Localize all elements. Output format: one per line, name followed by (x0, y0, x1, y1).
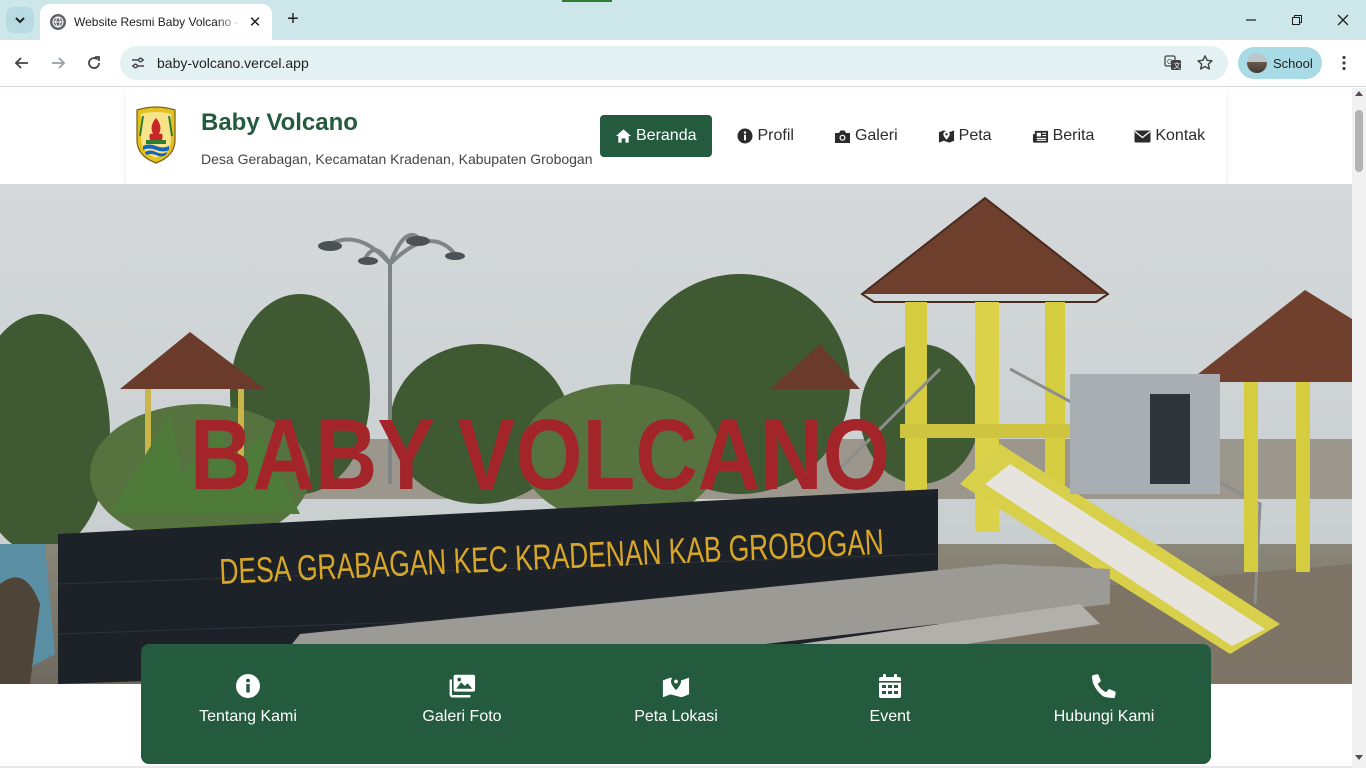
reload-button[interactable] (80, 50, 108, 76)
quick-link-event[interactable]: Event (783, 644, 997, 764)
nav-item-label: Profil (757, 127, 794, 144)
quick-link-hubungi-kami[interactable]: Hubungi Kami (997, 644, 1211, 764)
map-marked-icon (662, 672, 690, 700)
quick-link-peta-lokasi[interactable]: Peta Lokasi (569, 644, 783, 764)
map-icon (938, 128, 955, 145)
arrow-right-icon (52, 57, 66, 69)
scroll-down-arrow-icon[interactable] (1355, 755, 1363, 760)
profile-button[interactable]: School (1238, 47, 1322, 79)
newspaper-icon (1032, 128, 1049, 145)
forward-button[interactable] (44, 50, 72, 76)
main-nav: Beranda Profil Galeri Peta Berita Kontak (600, 115, 1230, 157)
minimize-button[interactable] (1228, 6, 1274, 34)
nav-item-kontak[interactable]: Kontak (1119, 115, 1220, 157)
nav-item-label: Berita (1052, 127, 1095, 144)
translate-icon[interactable]: G文 (1162, 52, 1184, 74)
nav-item-berita[interactable]: Berita (1017, 115, 1110, 157)
quick-link-galeri-foto[interactable]: Galeri Foto (355, 644, 569, 764)
tab-group-accent (562, 0, 612, 2)
hero-photo: DESA GRABAGAN KEC KRADENAN KAB GROBOGAN … (0, 184, 1352, 684)
scroll-up-arrow-icon[interactable] (1355, 91, 1363, 96)
info-circle-icon (234, 672, 262, 700)
quick-link-label: Event (869, 708, 911, 725)
browser-tab-bar: Website Resmi Baby Volcano - Desa Geraba… (0, 0, 1366, 40)
scrollbar-thumb[interactable] (1355, 110, 1363, 172)
svg-text:文: 文 (1174, 61, 1181, 70)
reload-icon (88, 56, 100, 69)
nav-item-label: Galeri (854, 127, 898, 144)
grobogan-logo[interactable] (134, 106, 178, 164)
chevron-down-icon (15, 17, 25, 24)
quick-link-label: Hubungi Kami (1053, 708, 1155, 725)
hero-sign-text: BABY VOLCANO (190, 399, 890, 511)
nav-item-profil[interactable]: Profil (722, 115, 809, 157)
browser-toolbar: baby-volcano.vercel.app G文 School (0, 40, 1366, 87)
globe-icon (50, 14, 66, 30)
home-icon (615, 128, 632, 145)
quick-link-label: Tentang Kami (199, 708, 297, 725)
envelope-icon (1134, 128, 1151, 145)
nav-item-label: Kontak (1155, 127, 1206, 144)
site-title[interactable]: Baby Volcano (201, 109, 358, 137)
site-info-icon[interactable] (128, 53, 148, 73)
phone-icon (1090, 672, 1118, 700)
tab-title: Website Resmi Baby Volcano - Desa Geraba… (74, 15, 242, 29)
quick-link-label: Galeri Foto (422, 708, 502, 725)
site-subtitle: Desa Gerabagan, Kecamatan Kradenan, Kabu… (201, 151, 593, 167)
info-icon (737, 128, 754, 145)
nav-item-peta[interactable]: Peta (923, 115, 1007, 157)
tab-search-button[interactable] (6, 7, 34, 33)
quick-link-label: Peta Lokasi (634, 708, 718, 725)
page-viewport: Baby Volcano Desa Gerabagan, Kecamatan K… (0, 88, 1352, 768)
calendar-icon (876, 672, 904, 700)
close-tab-icon[interactable]: ✕ (246, 13, 264, 31)
close-window-button[interactable] (1320, 6, 1366, 34)
browser-menu-button[interactable] (1334, 50, 1354, 76)
url-text: baby-volcano.vercel.app (157, 55, 309, 71)
back-button[interactable] (8, 50, 36, 76)
camera-icon (834, 128, 851, 145)
bookmark-star-icon[interactable] (1194, 52, 1216, 74)
restore-button[interactable] (1274, 6, 1320, 34)
page-scrollbar[interactable] (1352, 88, 1366, 768)
nav-item-label: Peta (958, 127, 992, 144)
quick-links-bar: Tentang Kami Galeri Foto Peta Lokasi Eve… (141, 644, 1211, 764)
site-header: Baby Volcano Desa Gerabagan, Kecamatan K… (126, 88, 1226, 184)
more-vert-icon (1342, 55, 1346, 71)
browser-tab[interactable]: Website Resmi Baby Volcano - Desa Geraba… (40, 4, 272, 40)
arrow-left-icon (14, 57, 28, 69)
svg-text:G: G (1167, 59, 1172, 66)
nav-item-beranda[interactable]: Beranda (600, 115, 712, 157)
quick-link-tentang-kami[interactable]: Tentang Kami (141, 644, 355, 764)
profile-label: School (1273, 55, 1313, 71)
new-tab-button[interactable]: + (282, 8, 304, 30)
address-bar[interactable]: baby-volcano.vercel.app G文 (120, 46, 1228, 80)
hero-banner: DESA GRABAGAN KEC KRADENAN KAB GROBOGAN … (0, 184, 1352, 684)
nav-item-label: Beranda (636, 127, 697, 144)
close-icon (1337, 14, 1349, 26)
nav-item-galeri[interactable]: Galeri (819, 115, 913, 157)
restore-icon (1292, 15, 1302, 25)
images-icon (448, 672, 476, 700)
avatar (1247, 53, 1267, 73)
minimize-icon (1246, 19, 1256, 21)
